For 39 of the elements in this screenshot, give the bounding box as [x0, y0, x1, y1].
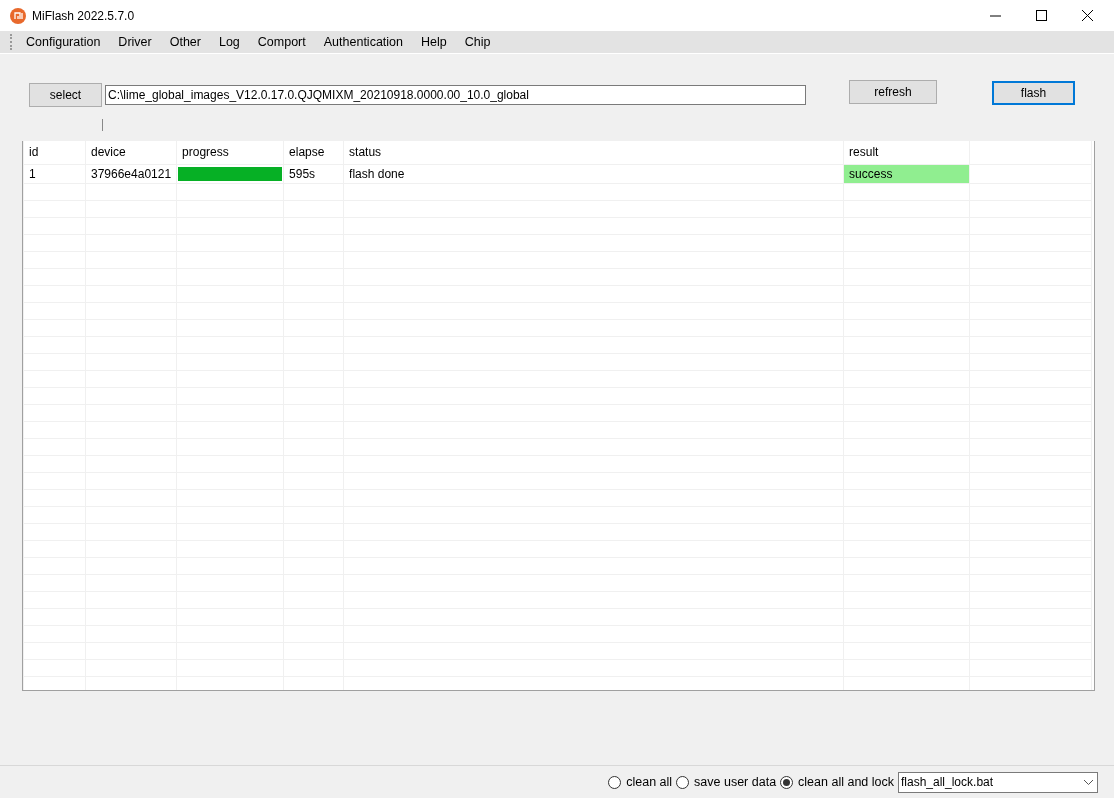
menu-item[interactable]: Chip [455, 32, 500, 52]
radio-button[interactable] [780, 775, 794, 789]
column-header: device [85, 141, 177, 164]
grip-icon [10, 34, 13, 50]
radio-label: save user data [694, 773, 777, 791]
radio-option[interactable]: clean all and lock [780, 772, 894, 792]
menu-item[interactable]: Log [209, 32, 249, 52]
flash-button[interactable]: flash [992, 81, 1075, 105]
radio-button[interactable] [608, 775, 622, 789]
select-button[interactable]: select [29, 83, 102, 107]
menu-item[interactable]: Authentication [314, 32, 412, 52]
radio-option[interactable]: clean all [608, 772, 673, 792]
column-header: id [23, 141, 86, 164]
maximize-icon [1035, 10, 1047, 21]
app-logo-icon [10, 7, 26, 24]
radio-label: clean all [626, 773, 673, 791]
menu-item[interactable]: Configuration [17, 32, 110, 52]
menu-item[interactable]: Comport [248, 32, 315, 52]
window-title: MiFlash 2022.5.7.0 [32, 7, 135, 25]
table-cell: 595s [283, 164, 344, 183]
chevron-down-icon [1084, 779, 1093, 785]
refresh-button[interactable]: refresh [849, 80, 937, 104]
table-cell: flash done [343, 164, 844, 183]
radio-label: clean all and lock [798, 773, 894, 791]
menu-item[interactable]: Other [160, 32, 210, 52]
dropdown-value: flash_all_lock.bat [901, 774, 994, 791]
table-cell: 37966e4a0121 [85, 164, 177, 183]
table-cell: 1 [23, 164, 86, 183]
column-header: elapse [283, 141, 344, 164]
path-field[interactable]: C:\lime_global_images_V12.0.17.0.QJQMIXM_20210918.0000.00_10.0_global [105, 85, 806, 105]
menu-item[interactable]: Driver [109, 32, 161, 52]
menu-item[interactable]: Help [412, 32, 456, 52]
close-icon [1081, 10, 1093, 21]
column-header: progress [176, 141, 284, 164]
script-dropdown[interactable]: flash_all_lock.bat [898, 771, 1098, 793]
column-header: result [843, 141, 970, 164]
radio-button[interactable] [676, 775, 690, 789]
column-header: status [343, 141, 844, 164]
radio-option[interactable]: save user data [676, 772, 777, 792]
